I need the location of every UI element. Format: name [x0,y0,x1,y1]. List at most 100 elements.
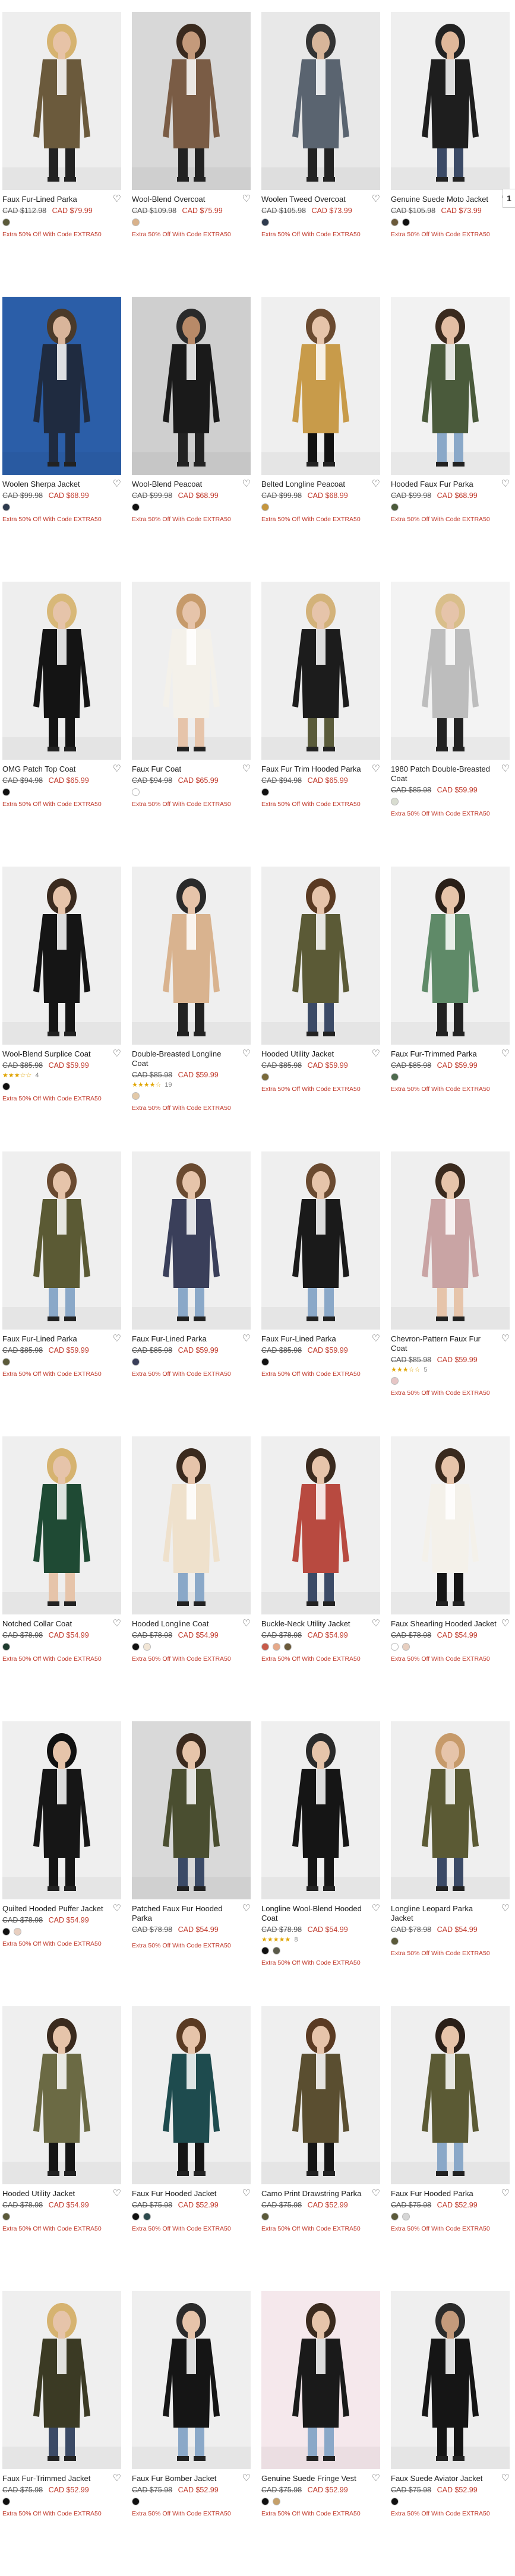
product-title[interactable]: Faux Fur Coat [132,764,238,774]
heart-icon[interactable]: ♡ [242,480,251,489]
heart-icon[interactable]: ♡ [372,2189,380,2199]
color-swatch[interactable] [391,2213,399,2220]
product-image[interactable] [261,12,380,190]
product-title[interactable]: OMG Patch Top Coat [2,764,108,774]
product-title[interactable]: Hooded Faux Fur Parka [391,480,497,489]
product-card-21[interactable]: Notched Collar Coat ♡ CAD $78.98 CAD $54… [2,1436,121,1721]
product-card-12[interactable]: 1980 Patch Double-Breasted Coat ♡ CAD $8… [391,582,510,867]
product-image[interactable] [391,12,510,190]
heart-icon[interactable]: ♡ [372,195,380,204]
heart-icon[interactable]: ♡ [113,2474,121,2483]
color-swatch[interactable] [132,1358,140,1366]
product-title[interactable]: Hooded Longline Coat [132,1619,238,1629]
heart-icon[interactable]: ♡ [242,195,251,204]
color-swatch[interactable] [391,218,399,226]
color-swatch[interactable] [143,1643,151,1651]
product-image[interactable] [132,1151,251,1330]
product-card-20[interactable]: Chevron-Pattern Faux Fur Coat ♡ CAD $85.… [391,1151,510,1436]
color-swatch[interactable] [261,503,269,511]
product-title[interactable]: Faux Suede Aviator Jacket [391,2474,497,2483]
product-title[interactable]: Woolen Tweed Overcoat [261,195,367,204]
product-title[interactable]: Buckle-Neck Utility Jacket [261,1619,367,1629]
product-image[interactable] [391,2006,510,2184]
color-swatch[interactable] [261,2498,269,2505]
color-swatch[interactable] [391,1073,399,1081]
heart-icon[interactable]: ♡ [372,2474,380,2483]
product-card-16[interactable]: Faux Fur-Trimmed Parka ♡ CAD $85.98 CAD … [391,867,510,1151]
product-title[interactable]: Hooded Utility Jacket [261,1049,367,1059]
product-image[interactable] [391,2291,510,2469]
heart-icon[interactable]: ♡ [242,1904,251,1914]
product-card-35[interactable]: Genuine Suede Fringe Vest ♡ CAD $75.98 C… [261,2291,380,2576]
color-swatch[interactable] [132,788,140,796]
product-title[interactable]: Wool-Blend Surplice Coat [2,1049,108,1059]
color-swatch[interactable] [2,503,10,511]
product-title[interactable]: Belted Longline Peacoat [261,480,367,489]
product-title[interactable]: Faux Fur-Lined Parka [132,1334,238,1344]
product-title[interactable]: Notched Collar Coat [2,1619,108,1629]
color-swatch[interactable] [261,2213,269,2220]
color-swatch[interactable] [2,218,10,226]
color-swatch[interactable] [284,1643,292,1651]
heart-icon[interactable]: ♡ [501,1619,510,1629]
color-swatch[interactable] [132,1092,140,1100]
product-title[interactable]: Longline Wool-Blend Hooded Coat [261,1904,367,1923]
product-card-27[interactable]: Longline Wool-Blend Hooded Coat ♡ CAD $7… [261,1721,380,2006]
product-card-6[interactable]: Wool-Blend Peacoat ♡ CAD $99.98 CAD $68.… [132,297,251,582]
color-swatch[interactable] [261,1643,269,1651]
product-card-22[interactable]: Hooded Longline Coat ♡ CAD $78.98 CAD $5… [132,1436,251,1721]
product-title[interactable]: Faux Fur-Lined Parka [2,195,108,204]
product-card-30[interactable]: Faux Fur Hooded Jacket ♡ CAD $75.98 CAD … [132,2006,251,2291]
color-swatch[interactable] [261,218,269,226]
product-title[interactable]: 1980 Patch Double-Breasted Coat [391,764,497,783]
heart-icon[interactable]: ♡ [372,1049,380,1059]
heart-icon[interactable]: ♡ [501,764,510,774]
product-title[interactable]: Faux Fur-Lined Parka [2,1334,108,1344]
color-swatch[interactable] [261,1073,269,1081]
color-swatch[interactable] [273,1643,280,1651]
product-card-9[interactable]: OMG Patch Top Coat ♡ CAD $94.98 CAD $65.… [2,582,121,867]
product-card-13[interactable]: Wool-Blend Surplice Coat ♡ CAD $85.98 CA… [2,867,121,1151]
color-swatch[interactable] [391,2498,399,2505]
product-card-8[interactable]: Hooded Faux Fur Parka ♡ CAD $99.98 CAD $… [391,297,510,582]
product-title[interactable]: Faux Fur Hooded Parka [391,2189,497,2199]
product-title[interactable]: Faux Fur-Trimmed Parka [391,1049,497,1059]
color-swatch[interactable] [402,218,410,226]
product-image[interactable] [261,297,380,475]
product-card-2[interactable]: Wool-Blend Overcoat ♡ CAD $109.98 CAD $7… [132,12,251,297]
product-card-7[interactable]: Belted Longline Peacoat ♡ CAD $99.98 CAD… [261,297,380,582]
heart-icon[interactable]: ♡ [113,1334,121,1344]
product-image[interactable] [391,582,510,760]
product-card-18[interactable]: Faux Fur-Lined Parka ♡ CAD $85.98 CAD $5… [132,1151,251,1436]
product-title[interactable]: Wool-Blend Overcoat [132,195,238,204]
heart-icon[interactable]: ♡ [372,1619,380,1629]
heart-icon[interactable]: ♡ [242,2474,251,2483]
product-card-36[interactable]: Faux Suede Aviator Jacket ♡ CAD $75.98 C… [391,2291,510,2576]
product-title[interactable]: Faux Shearling Hooded Jacket [391,1619,497,1629]
heart-icon[interactable]: ♡ [501,1049,510,1059]
heart-icon[interactable]: ♡ [242,1619,251,1629]
product-image[interactable] [2,2006,121,2184]
color-swatch[interactable] [261,1358,269,1366]
heart-icon[interactable]: ♡ [242,1334,251,1344]
product-image[interactable] [261,2291,380,2469]
color-swatch[interactable] [2,788,10,796]
heart-icon[interactable]: ♡ [113,2189,121,2199]
color-swatch[interactable] [402,2213,410,2220]
product-image[interactable] [132,582,251,760]
product-image[interactable] [261,867,380,1045]
color-swatch[interactable] [391,1937,399,1945]
product-title[interactable]: Genuine Suede Fringe Vest [261,2474,367,2483]
color-swatch[interactable] [273,2498,280,2505]
product-title[interactable]: Camo Print Drawstring Parka [261,2189,367,2199]
product-title[interactable]: Woolen Sherpa Jacket [2,480,108,489]
heart-icon[interactable]: ♡ [372,1904,380,1914]
product-title[interactable]: Faux Fur Hooded Jacket [132,2189,238,2199]
heart-icon[interactable]: ♡ [372,764,380,774]
product-card-34[interactable]: Faux Fur Bomber Jacket ♡ CAD $75.98 CAD … [132,2291,251,2576]
heart-icon[interactable]: ♡ [501,2474,510,2483]
product-image[interactable] [391,1721,510,1899]
product-image[interactable] [261,1436,380,1614]
product-image[interactable] [391,1151,510,1330]
color-swatch[interactable] [261,788,269,796]
